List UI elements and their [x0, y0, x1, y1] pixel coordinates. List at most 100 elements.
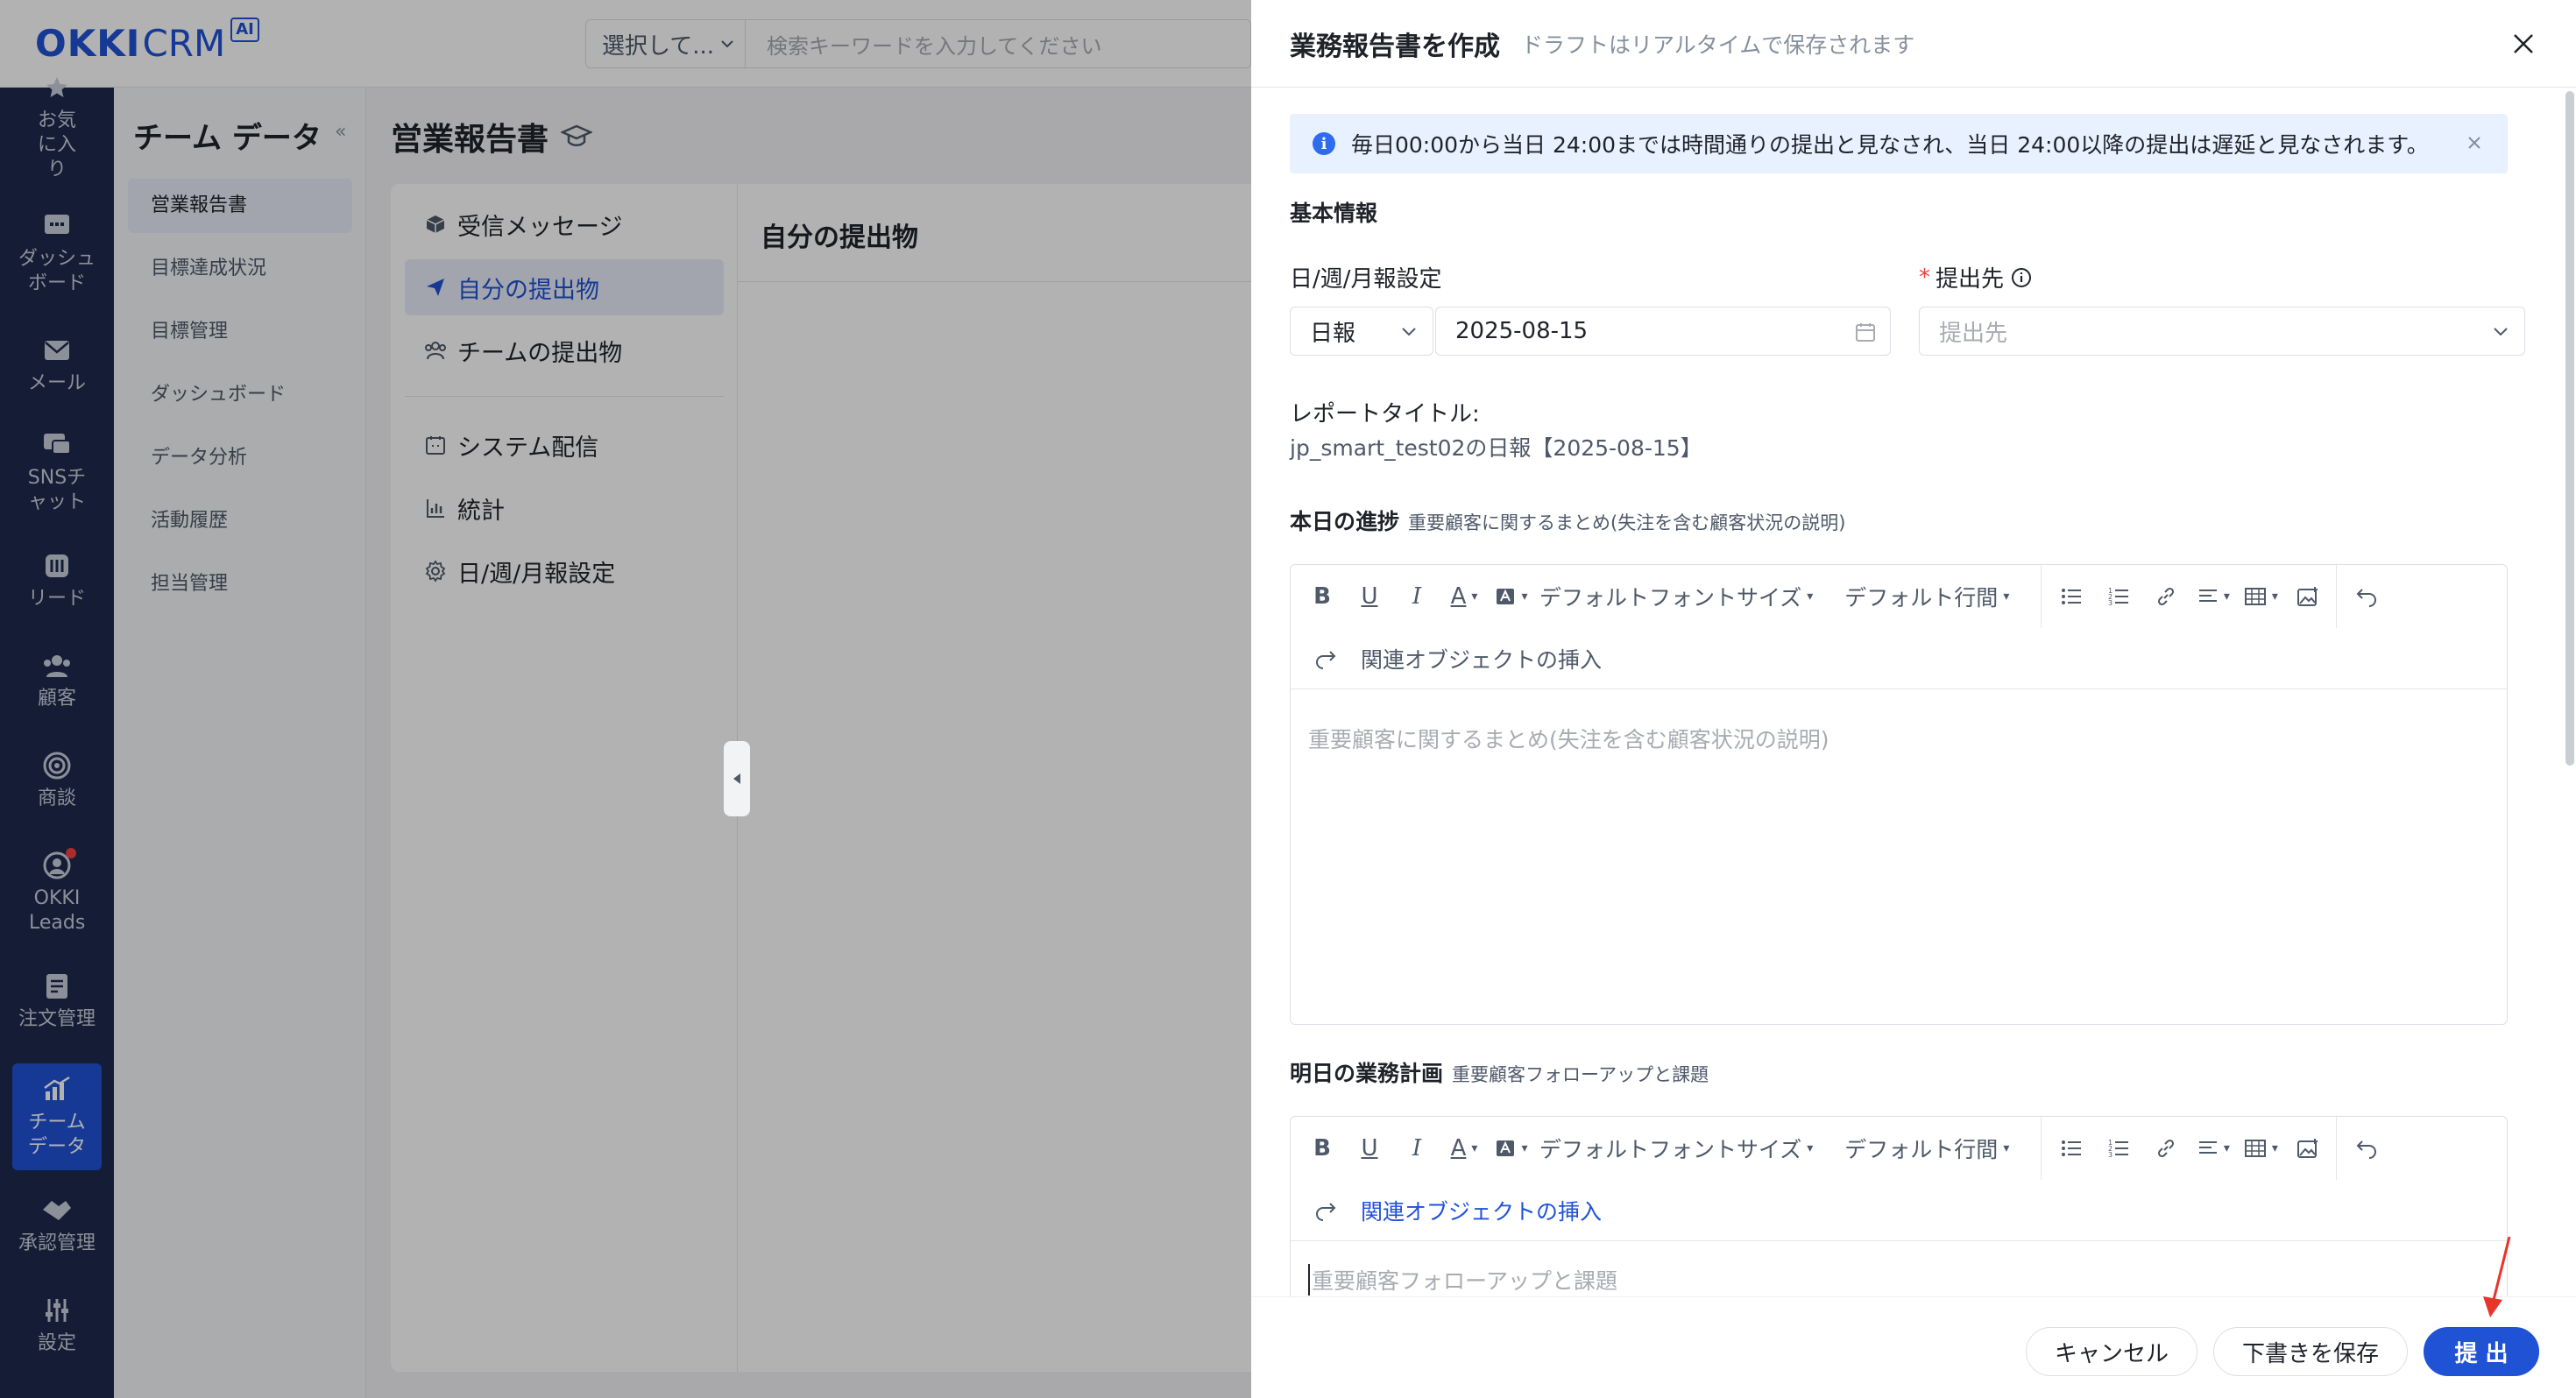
tomorrow-plan-input[interactable]: 重要顧客フォローアップと課題	[1308, 1264, 1617, 1296]
font-size-select[interactable]: デフォルトフォントサイズ ▾	[1539, 581, 1813, 612]
link-button[interactable]	[2147, 579, 2185, 614]
period-select[interactable]: 日報	[1290, 307, 1433, 356]
svg-text:3: 3	[2108, 599, 2112, 607]
redo-icon	[1316, 650, 1336, 669]
bold-button[interactable]: B	[1303, 1131, 1341, 1166]
bold-button[interactable]: B	[1303, 579, 1341, 614]
toolbar-divider	[2041, 565, 2042, 628]
font-size-label: デフォルトフォントサイズ	[1539, 1137, 1802, 1162]
font-color-button[interactable]: A ▾	[1445, 579, 1483, 614]
italic-button[interactable]: I	[1398, 1131, 1436, 1166]
close-icon[interactable]	[2506, 26, 2541, 61]
highlight-icon	[1497, 1140, 1515, 1156]
alert-close-icon[interactable]	[2466, 131, 2483, 157]
period-label: 日/週/月報設定	[1290, 261, 1442, 293]
drawer-body: i 毎日00:00から当日 24:00までは時間通りの提出と見なされ、当日 24…	[1251, 88, 2576, 1296]
recipient-select[interactable]: 提出先	[1919, 307, 2525, 356]
highlight-button[interactable]: ▾	[1492, 1131, 1531, 1166]
period-select-value: 日報	[1310, 320, 1356, 347]
today-progress-editor: B U I A ▾ ▾ デフォルトフォントサイズ ▾ デフォルト行間 ▾ 123 ▾ …	[1290, 564, 2508, 1025]
line-height-label: デフォルト行間	[1844, 1137, 1999, 1162]
align-left-icon	[2198, 1141, 2217, 1154]
required-mark: *	[1919, 264, 1930, 291]
font-size-select[interactable]: デフォルトフォントサイズ ▾	[1539, 1133, 1813, 1164]
numbered-list-button[interactable]: 123	[2099, 579, 2138, 614]
recipient-select-placeholder: 提出先	[1939, 320, 2008, 347]
recipient-label: * 提出先	[1919, 261, 2032, 293]
modal-overlay[interactable]	[0, 0, 1251, 1398]
date-picker-value: 2025-08-15	[1455, 318, 1589, 344]
undo-icon	[2356, 589, 2377, 607]
drawer-footer: キャンセル 下書きを保存 提 出	[1251, 1296, 2576, 1398]
drawer-subtitle: ドラフトはリアルタイムで保存されます	[1521, 32, 1915, 58]
collapse-handle[interactable]	[724, 741, 750, 816]
svg-text:3: 3	[2108, 1151, 2112, 1159]
align-button[interactable]: ▾	[2194, 579, 2233, 614]
underline-button[interactable]: U	[1350, 579, 1389, 614]
numbered-list-icon: 123	[2108, 1139, 2129, 1159]
toolbar-divider	[2336, 1117, 2338, 1180]
table-button[interactable]: ▾	[2241, 579, 2280, 614]
link-button[interactable]	[2147, 1131, 2185, 1166]
undo-button[interactable]	[2347, 579, 2386, 614]
table-button[interactable]: ▾	[2241, 1131, 2280, 1166]
today-progress-input[interactable]: 重要顧客に関するまとめ(失注を含む顧客状況の説明)	[1308, 723, 1829, 754]
link-icon	[2158, 587, 2175, 606]
caret-left-icon	[733, 773, 740, 784]
toolbar-divider	[2336, 565, 2338, 628]
save-draft-button[interactable]: 下書きを保存	[2213, 1327, 2408, 1376]
editor-toolbar-row2: 関連オブジェクトの挿入	[1291, 1180, 2507, 1241]
create-report-drawer: 業務報告書を作成 ドラフトはリアルタイムで保存されます i 毎日00:00から当…	[1251, 0, 2576, 1398]
chevron-down-icon	[1402, 328, 1416, 336]
italic-button[interactable]: I	[1398, 579, 1436, 614]
table-icon	[2244, 1140, 2266, 1157]
annotation-arrow-icon	[2483, 1236, 2511, 1317]
today-progress-heading: 本日の進捗 重要顧客に関するまとめ(失注を含む顧客状況の説明)	[1290, 505, 1845, 536]
tomorrow-plan-editor: B U I A ▾ ▾ デフォルトフォントサイズ ▾ デフォルト行間 ▾ 123 ▾ …	[1290, 1116, 2508, 1296]
insert-related-object-link[interactable]: 関連オブジェクトの挿入	[1361, 1195, 1602, 1226]
bullet-list-icon	[2062, 589, 2082, 604]
chevron-down-icon	[2494, 328, 2508, 336]
drawer-header: 業務報告書を作成 ドラフトはリアルタイムで保存されます	[1251, 0, 2576, 88]
report-title-label: レポートタイトル:	[1290, 401, 1480, 427]
report-title-value: jp_smart_test02の日報【2025-08-15】	[1290, 435, 1702, 461]
redo-button[interactable]	[1306, 641, 1345, 676]
submit-button[interactable]: 提 出	[2424, 1327, 2539, 1376]
bullet-list-button[interactable]	[2052, 1131, 2091, 1166]
undo-button[interactable]	[2347, 1131, 2386, 1166]
alert-text: 毎日00:00から当日 24:00までは時間通りの提出と見なされ、当日 24:0…	[1351, 132, 2429, 158]
info-outline-icon[interactable]	[2011, 267, 2032, 288]
highlight-button[interactable]: ▾	[1492, 579, 1531, 614]
bullet-list-icon	[2062, 1140, 2082, 1156]
today-progress-title: 本日の進捗	[1290, 509, 1400, 534]
redo-button[interactable]	[1306, 1193, 1345, 1228]
drawer-title: 業務報告書を作成	[1290, 31, 1500, 62]
image-button[interactable]	[2289, 579, 2327, 614]
tomorrow-plan-title: 明日の業務計画	[1290, 1061, 1444, 1086]
line-height-select[interactable]: デフォルト行間 ▾	[1844, 1133, 2009, 1164]
basic-info-heading: 基本情報	[1290, 201, 1378, 226]
info-icon: i	[1313, 132, 1335, 155]
font-color-button[interactable]: A ▾	[1445, 1131, 1483, 1166]
today-progress-desc: 重要顧客に関するまとめ(失注を含む顧客状況の説明)	[1408, 512, 1846, 533]
editor-toolbar-row2: 関連オブジェクトの挿入	[1291, 628, 2507, 689]
deadline-alert: i 毎日00:00から当日 24:00までは時間通りの提出と見なされ、当日 24…	[1290, 114, 2508, 173]
line-height-select[interactable]: デフォルト行間 ▾	[1844, 581, 2009, 612]
insert-related-object-link[interactable]: 関連オブジェクトの挿入	[1361, 643, 1602, 674]
font-size-label: デフォルトフォントサイズ	[1539, 585, 1802, 611]
date-picker[interactable]: 2025-08-15	[1435, 307, 1891, 356]
align-button[interactable]: ▾	[2194, 1131, 2233, 1166]
image-icon	[2297, 1139, 2318, 1158]
image-button[interactable]	[2289, 1131, 2327, 1166]
editor-toolbar: B U I A ▾ ▾ デフォルトフォントサイズ ▾ デフォルト行間 ▾ 123 ▾ …	[1291, 1117, 2507, 1180]
period-label-text: 日/週/月報設定	[1290, 266, 1442, 293]
undo-icon	[2356, 1140, 2377, 1159]
numbered-list-icon: 123	[2108, 587, 2129, 607]
bullet-list-button[interactable]	[2052, 579, 2091, 614]
image-icon	[2297, 587, 2318, 606]
tomorrow-plan-desc: 重要顧客フォローアップと課題	[1452, 1064, 1709, 1085]
redo-icon	[1316, 1202, 1336, 1221]
underline-button[interactable]: U	[1350, 1131, 1389, 1166]
numbered-list-button[interactable]: 123	[2099, 1131, 2138, 1166]
cancel-button[interactable]: キャンセル	[2026, 1327, 2197, 1376]
